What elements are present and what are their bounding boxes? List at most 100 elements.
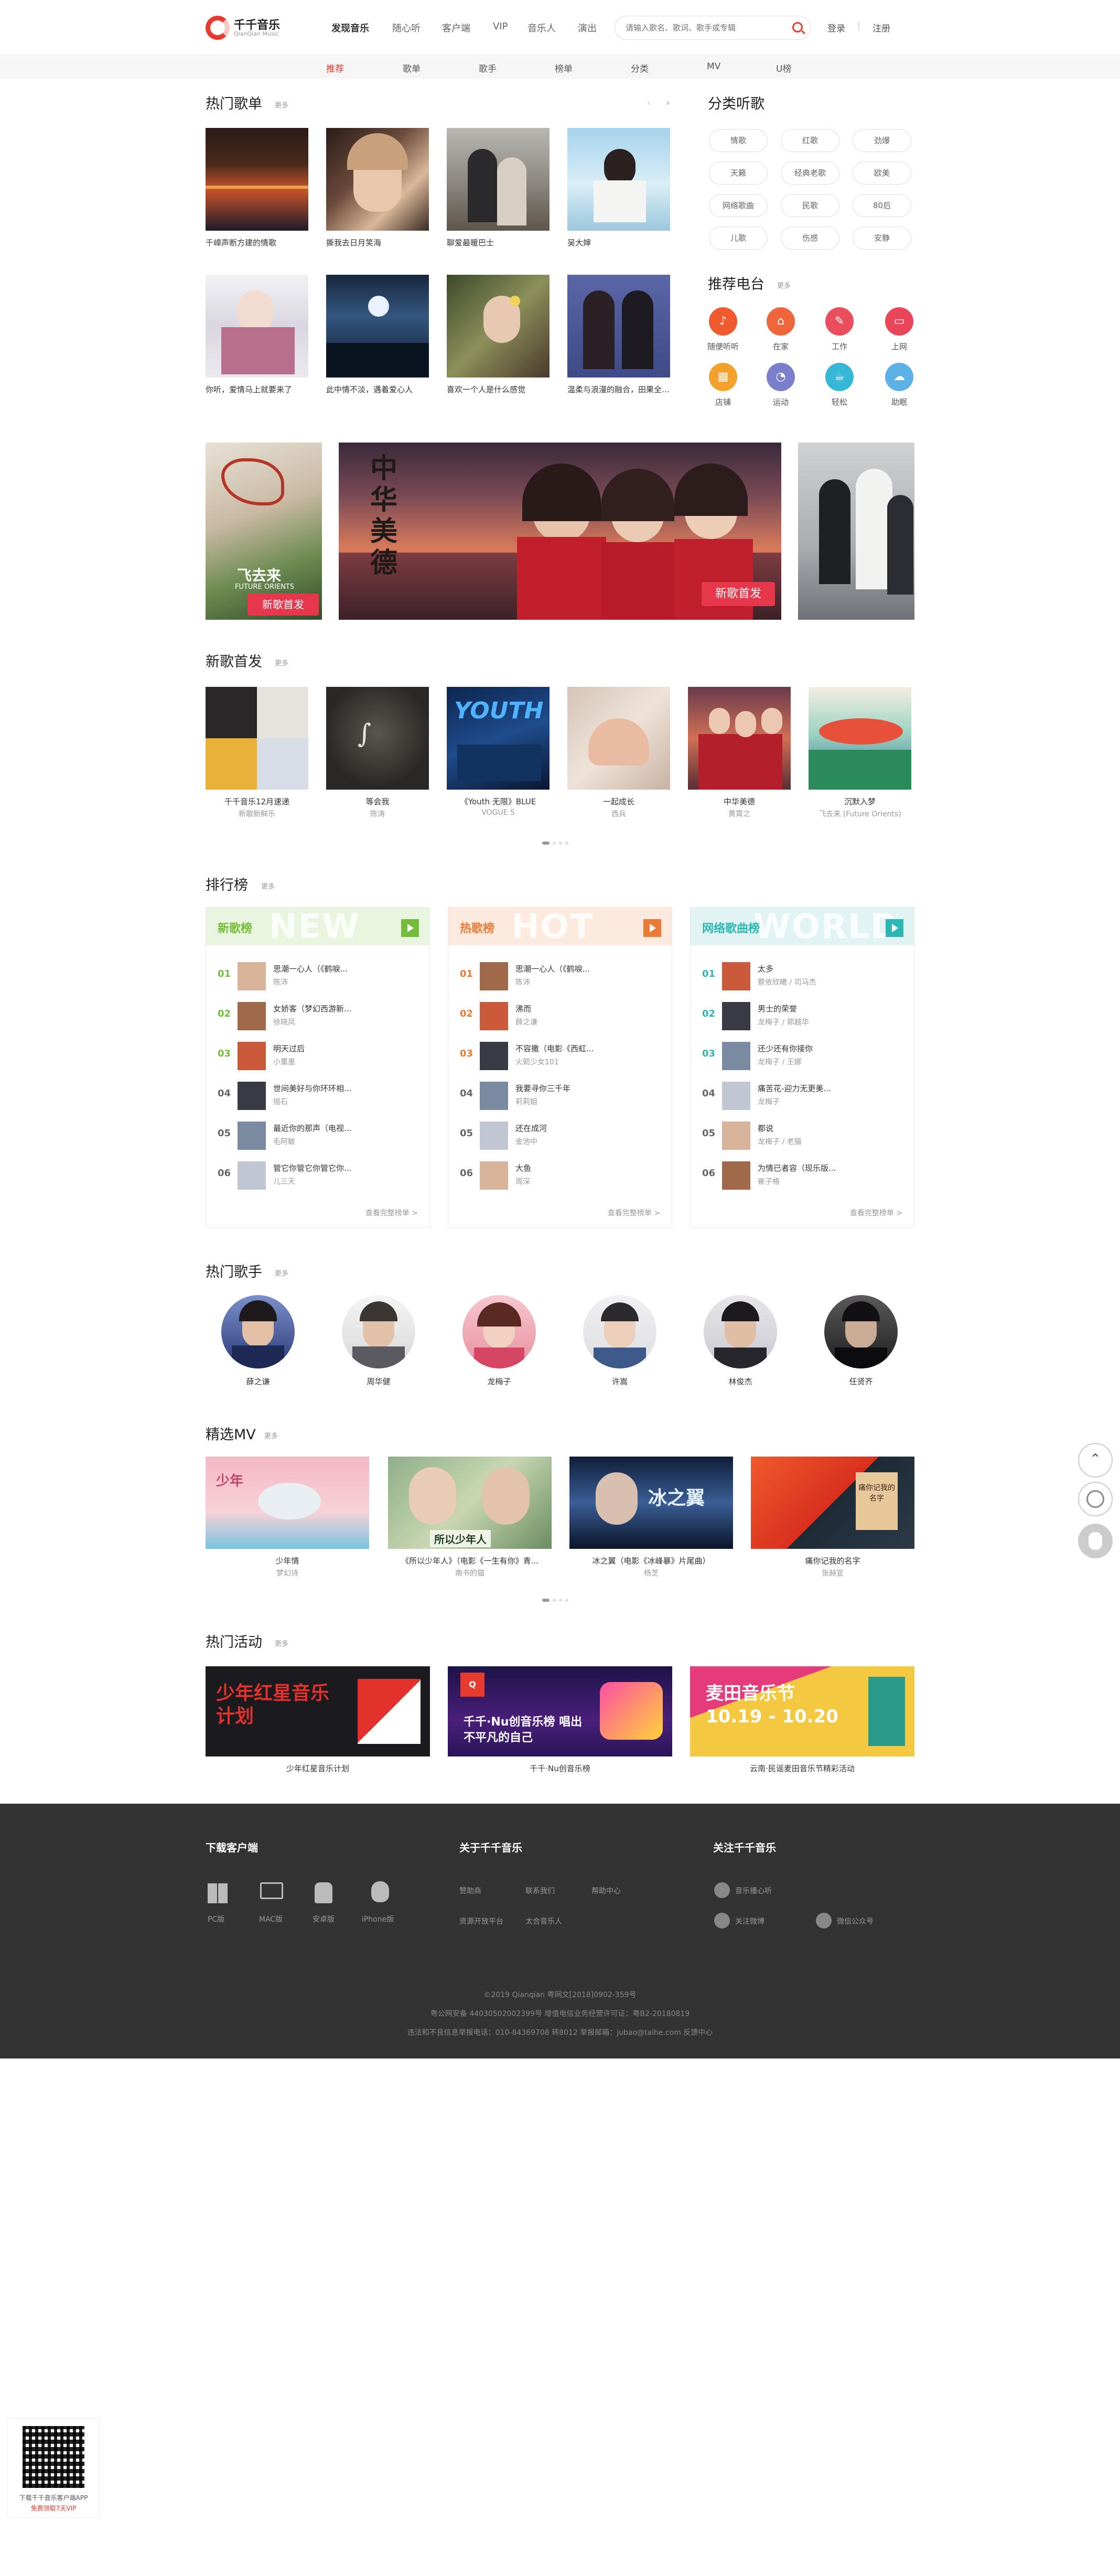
album-artist[interactable]: 黄霄之 — [688, 809, 791, 819]
song-name[interactable]: 还在成河 — [515, 1123, 547, 1134]
footer-link[interactable]: 帮助中心 — [591, 1885, 621, 1896]
category-pill[interactable]: 欧美 — [853, 161, 911, 185]
category-pill[interactable]: 情歌 — [709, 129, 768, 152]
chart-view-all-link[interactable]: 查看完整榜单 > — [608, 1208, 660, 1218]
song-thumbnail[interactable] — [722, 1122, 750, 1150]
hot-playlists-more[interactable]: 更多 — [275, 100, 288, 110]
chart-row[interactable]: 01 思潮一心人（《鹤唳... 陈沛 — [460, 960, 664, 993]
footer-follow-link[interactable]: 音乐播心听 — [735, 1885, 772, 1896]
windows-icon[interactable] — [208, 1883, 228, 1903]
chart-row[interactable]: 02 男士的荣誉 龙梅子 / 郭越华 — [702, 1000, 907, 1032]
radio-label[interactable]: 工作 — [819, 341, 860, 352]
song-name[interactable]: 为情已者容（现乐版... — [758, 1162, 836, 1173]
playlist-title[interactable]: 此中情不淡，遇着爱心人 — [326, 384, 429, 395]
album-artist[interactable]: 西兵 — [567, 809, 670, 819]
chart-row[interactable]: 06 为情已者容（现乐版... 崔子格 — [702, 1159, 907, 1192]
weibo-icon[interactable] — [714, 1913, 730, 1928]
mv-name[interactable]: 少年情 — [206, 1555, 369, 1566]
song-name[interactable]: 男士的荣誉 — [758, 1003, 797, 1014]
shoe-icon[interactable]: ◔ — [767, 363, 795, 391]
song-name[interactable]: 我要寻你三千年 — [515, 1083, 570, 1094]
nav-vip[interactable]: VIP — [493, 21, 508, 32]
search-box[interactable] — [615, 16, 811, 40]
singer-name[interactable]: 薛之谦 — [216, 1376, 300, 1387]
album-name[interactable]: 沉默入梦 — [809, 796, 911, 807]
radio-label[interactable]: 店铺 — [702, 396, 744, 407]
song-artist[interactable]: 儿三天 — [273, 1176, 295, 1187]
back-to-top-button[interactable]: ⌃ — [1078, 1443, 1113, 1478]
playlist-cover[interactable] — [447, 275, 550, 378]
album-artist[interactable]: VOGUE 5 — [447, 809, 550, 817]
mv-artist[interactable]: 杨芝 — [569, 1568, 733, 1578]
chart-row[interactable]: 05 都说 龙梅子 / 老猫 — [702, 1119, 907, 1152]
music-note-icon[interactable]: ♪ — [709, 307, 737, 336]
playlist-cover[interactable] — [326, 275, 429, 378]
banner-right[interactable] — [798, 443, 914, 620]
chart-row[interactable]: 05 还在成河 金池中 — [460, 1119, 664, 1152]
subnav-playlists[interactable]: 歌单 — [403, 61, 421, 74]
chart-row[interactable]: 04 世间美好与你环环相... 摇石 — [218, 1080, 422, 1112]
chart-row[interactable]: 01 思潮一心人（《鹤唳... 陈沛 — [218, 960, 422, 993]
song-thumbnail[interactable] — [722, 1161, 750, 1190]
category-pill[interactable]: 伤感 — [781, 227, 839, 250]
singer-avatar[interactable] — [704, 1295, 777, 1368]
category-pill[interactable]: 红歌 — [781, 129, 839, 152]
search-icon[interactable] — [792, 22, 803, 33]
playlist-title[interactable]: 千嶂声断方建的情歌 — [206, 237, 308, 248]
playlist-cover[interactable] — [206, 128, 308, 231]
playlist-title[interactable]: 撕我去日月笑海 — [326, 237, 429, 248]
nav-radio[interactable]: 随心听 — [392, 21, 421, 35]
footer-link[interactable]: 太合音乐人 — [525, 1916, 562, 1926]
singer-name[interactable]: 龙梅子 — [457, 1376, 541, 1387]
mv-artist[interactable]: 张赫宣 — [751, 1568, 914, 1578]
carousel-dots[interactable] — [542, 1594, 572, 1602]
mv-cover[interactable]: 冰之翼 — [569, 1457, 733, 1549]
next-arrow-icon[interactable]: › — [666, 98, 670, 109]
song-thumbnail[interactable] — [722, 1042, 750, 1070]
category-pill[interactable]: 经典老歌 — [781, 161, 839, 185]
song-thumbnail[interactable] — [238, 1042, 266, 1070]
song-artist[interactable]: 周深 — [515, 1176, 530, 1187]
chart-view-all-link[interactable]: 查看完整榜单 > — [850, 1208, 902, 1218]
song-artist[interactable]: 龙梅子 — [758, 1096, 780, 1107]
album-name[interactable]: 中华美德 — [688, 796, 791, 807]
mv-name[interactable]: 冰之翼（电影《冰峰暴》片尾曲） — [569, 1555, 733, 1566]
footer-follow-link[interactable]: 微信公众号 — [837, 1916, 874, 1926]
chart-row[interactable]: 05 最近你的那声（电视... 毛阿敏 — [218, 1119, 422, 1152]
footer-link[interactable]: 联系我们 — [525, 1885, 555, 1896]
shop-icon[interactable]: ▦ — [709, 363, 737, 391]
monitor-icon[interactable] — [260, 1882, 283, 1899]
singer-name[interactable]: 许嵩 — [578, 1376, 662, 1387]
subnav-mv[interactable]: MV — [707, 61, 720, 72]
album-artist[interactable]: 新歌新鲜乐 — [206, 809, 308, 819]
events-more[interactable]: 更多 — [275, 1638, 288, 1648]
song-thumbnail[interactable] — [480, 962, 508, 990]
footer-follow-link[interactable]: 关注微博 — [735, 1916, 764, 1926]
radio-label[interactable]: 运动 — [760, 396, 802, 407]
client-mac[interactable]: MAC版 — [259, 1914, 283, 1924]
subnav-recommend[interactable]: 推荐 — [326, 61, 344, 81]
album-cover[interactable] — [567, 687, 670, 790]
song-name[interactable]: 最近你的那声（电视... — [273, 1123, 351, 1134]
category-pill[interactable]: 儿歌 — [709, 227, 768, 250]
nav-discover[interactable]: 发现音乐 — [331, 21, 369, 35]
subnav-singers[interactable]: 歌手 — [479, 61, 497, 74]
chart-board-header[interactable]: WORLD 网络歌曲榜 — [691, 908, 914, 946]
playlist-cover[interactable] — [567, 128, 670, 231]
category-pill[interactable]: 民歌 — [781, 194, 839, 217]
category-pill[interactable]: 网络歌曲 — [709, 194, 768, 217]
carousel-dots[interactable] — [542, 837, 572, 845]
client-android[interactable]: 安卓版 — [313, 1914, 335, 1924]
song-thumbnail[interactable] — [480, 1122, 508, 1150]
banner-main[interactable]: 中华美德 新歌首发 — [339, 443, 781, 620]
search-input[interactable] — [626, 21, 783, 34]
singer-name[interactable]: 周华健 — [337, 1376, 421, 1387]
song-thumbnail[interactable] — [238, 1002, 266, 1030]
song-artist[interactable]: 龙梅子 / 王娜 — [758, 1057, 802, 1067]
singer-avatar[interactable] — [342, 1295, 415, 1368]
chart-view-all-link[interactable]: 查看完整榜单 > — [365, 1208, 418, 1218]
cloud-icon[interactable]: ☁ — [885, 363, 913, 391]
song-artist[interactable]: 小董墨 — [273, 1057, 295, 1067]
apple-download-button[interactable] — [1078, 1524, 1113, 1558]
radio-icon[interactable] — [714, 1882, 730, 1898]
